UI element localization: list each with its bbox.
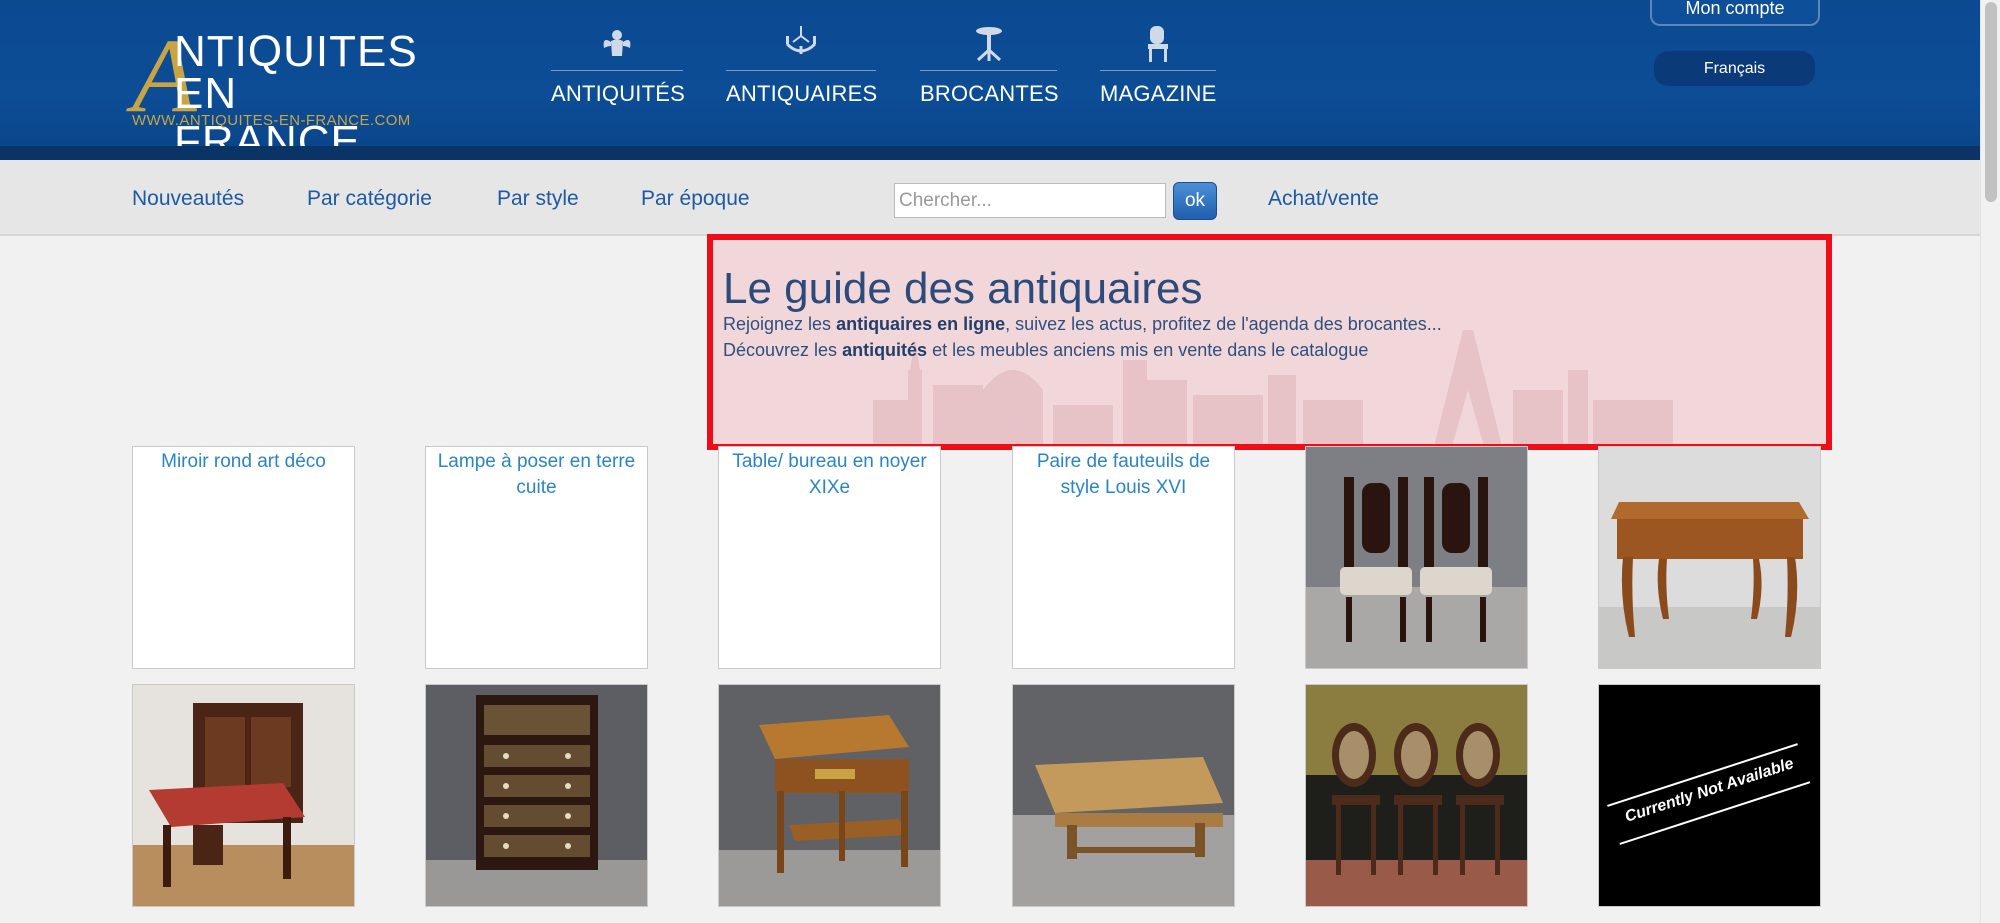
main-nav-antiquites[interactable]: ANTIQUITÉS: [551, 24, 686, 114]
chair-icon: [1148, 26, 1168, 62]
product-card[interactable]: Paire de fauteuils de style Louis XVI: [1012, 446, 1235, 669]
guide-text: et les meubles anciens mis en vente dans…: [927, 340, 1369, 360]
search-submit-button[interactable]: ok: [1173, 182, 1217, 220]
product-card[interactable]: [1598, 446, 1821, 669]
main-nav-brocantes[interactable]: BROCANTES: [920, 24, 1059, 114]
nav-label: ANTIQUAIRES: [726, 81, 878, 106]
antiquites-link[interactable]: antiquités: [842, 340, 927, 360]
nav-separator: [551, 70, 683, 71]
scrollbar-thumb[interactable]: [1985, 2, 1997, 202]
guide-title: Le guide des antiquaires: [723, 264, 1203, 313]
guide-intro-box: Le guide des antiquaires Rejoignez les a…: [707, 234, 1832, 450]
guide-text: Rejoignez les: [723, 314, 837, 334]
subnav-achat-vente[interactable]: Achat/vente: [1268, 186, 1379, 212]
chandelier-icon: [785, 26, 817, 54]
product-image-alt: Lampe à poser en terre cuite: [437, 451, 636, 498]
product-card[interactable]: [1012, 684, 1235, 907]
product-image-desk-red: [133, 685, 354, 906]
nav-label: BROCANTES: [920, 81, 1059, 106]
product-image-chairs-pair: [1306, 447, 1527, 668]
product-image-cane-chairs: [1306, 685, 1527, 906]
product-image-lacquer-cabinet: [426, 685, 647, 906]
product-card[interactable]: [1305, 446, 1528, 669]
product-image-coffee-table: [1013, 685, 1234, 906]
product-card[interactable]: Miroir rond art déco: [132, 446, 355, 669]
product-image-walnut-table: [1599, 447, 1820, 668]
main-nav-magazine[interactable]: MAGAZINE: [1100, 24, 1216, 114]
nav-label: ANTIQUITÉS: [551, 81, 686, 106]
product-card[interactable]: Table/ bureau en noyer XIXe: [718, 446, 941, 669]
subnav-par-epoque[interactable]: Par époque: [641, 186, 750, 212]
guide-paragraph-1: Rejoignez les antiquaires en ligne, suiv…: [723, 312, 1442, 336]
product-card[interactable]: [718, 684, 941, 907]
pedestal-table-icon: [975, 27, 1002, 62]
page-scrollbar[interactable]: [1980, 0, 2000, 923]
nav-label: MAGAZINE: [1100, 81, 1217, 106]
product-card[interactable]: [1305, 684, 1528, 907]
guide-text: Découvrez les: [723, 340, 843, 360]
nav-separator: [1100, 70, 1216, 71]
guide-paragraph-2: Découvrez les antiquités et les meubles …: [723, 338, 1368, 362]
main-nav-antiquaires[interactable]: ANTIQUAIRES: [726, 24, 878, 114]
guide-text: , suivez les actus, profitez de l'agenda…: [1005, 314, 1442, 334]
category-nav: Nouveautés Par catégorie Par style Par é…: [0, 160, 1980, 236]
site-header: A NTIQUITES EN FRANCE WWW.ANTIQUITES-EN-…: [0, 0, 1980, 166]
product-card[interactable]: Currently Not Available: [1598, 684, 1821, 907]
product-image-alt: Paire de fauteuils de style Louis XVI: [1036, 451, 1211, 498]
nav-separator: [920, 70, 1057, 71]
account-button[interactable]: Mon compte: [1650, 0, 1820, 26]
product-card[interactable]: [132, 684, 355, 907]
product-image-alt: Miroir rond art déco: [161, 451, 326, 472]
product-image-alt: Table/ bureau en noyer XIXe: [732, 451, 927, 498]
nav-separator: [726, 70, 876, 71]
logo-url: WWW.ANTIQUITES-EN-FRANCE.COM: [132, 112, 411, 129]
subnav-nouveautes[interactable]: Nouveautés: [132, 186, 244, 212]
header-bottom-band: [0, 146, 1980, 160]
product-card[interactable]: [425, 684, 648, 907]
antiquaires-en-ligne-link[interactable]: antiquaires en ligne: [836, 314, 1005, 334]
site-logo[interactable]: A NTIQUITES EN FRANCE WWW.ANTIQUITES-EN-…: [132, 23, 432, 166]
subnav-par-categorie[interactable]: Par catégorie: [307, 186, 432, 212]
cherub-icon: [603, 30, 631, 56]
language-selector[interactable]: Français: [1654, 51, 1815, 86]
subnav-par-style[interactable]: Par style: [497, 186, 579, 212]
product-image-side-table: [719, 685, 940, 906]
product-card[interactable]: Lampe à poser en terre cuite: [425, 446, 648, 669]
search-input[interactable]: [894, 183, 1166, 218]
